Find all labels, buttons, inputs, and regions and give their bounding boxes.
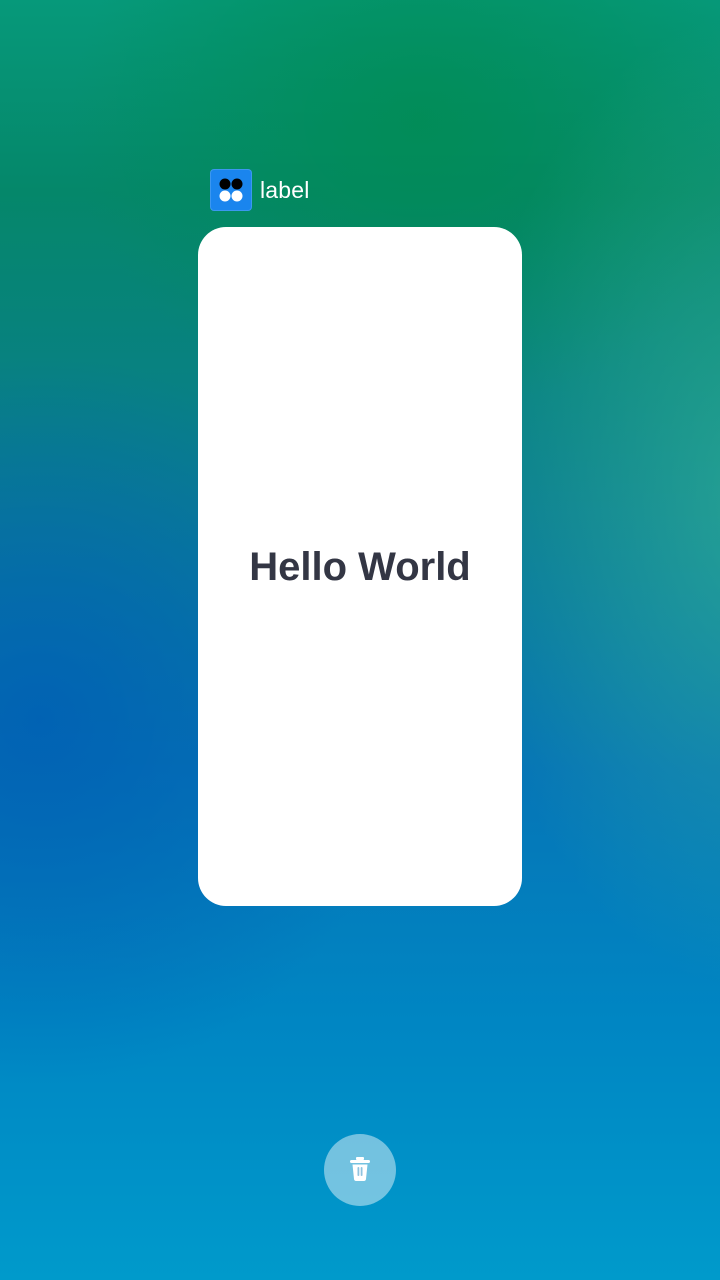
app-icon[interactable] — [210, 169, 252, 211]
recent-task-card[interactable]: Hello World — [198, 227, 522, 906]
preview-content-text: Hello World — [249, 545, 471, 589]
recent-task-header: label — [210, 169, 310, 211]
trash-icon — [344, 1152, 376, 1189]
clear-all-button[interactable] — [324, 1134, 396, 1206]
app-label: label — [260, 177, 310, 203]
